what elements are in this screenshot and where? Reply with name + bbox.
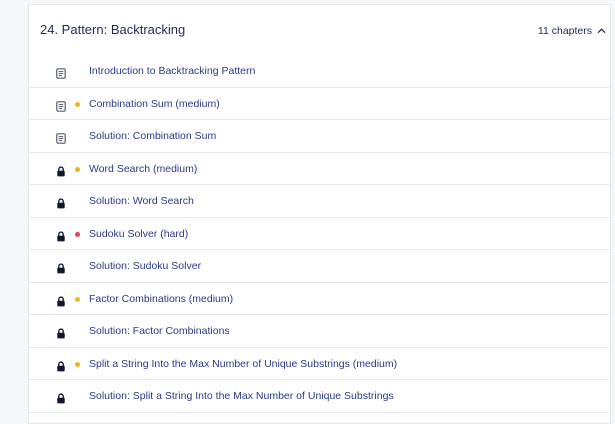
chapter-row[interactable]: Sudoku Solver (hard) <box>29 218 610 250</box>
section-header[interactable]: 24. Pattern: Backtracking 11 chapters <box>29 5 610 55</box>
section-title: 24. Pattern: Backtracking <box>40 22 186 37</box>
chapter-link[interactable]: Solution: Combination Sum <box>89 130 216 142</box>
chapter-link[interactable]: Sudoku Solver (hard) <box>89 228 188 240</box>
chapter-row[interactable]: Solution: Sudoku Solver <box>29 250 610 283</box>
chapter-row[interactable]: Split a String Into the Max Number of Un… <box>29 348 610 380</box>
chapter-list: Introduction to Backtracking Pattern Comb… <box>29 55 610 413</box>
chapter-link[interactable]: Solution: Word Search <box>89 195 194 207</box>
section-card: 24. Pattern: Backtracking 11 chapters In… <box>28 4 611 424</box>
chapter-row[interactable]: Solution: Word Search <box>29 185 610 218</box>
chapter-link[interactable]: Word Search (medium) <box>89 163 197 175</box>
chapter-row[interactable]: Introduction to Backtracking Pattern <box>29 55 610 88</box>
lock-icon <box>56 196 66 209</box>
lock-icon <box>56 229 66 241</box>
chapter-link[interactable]: Solution: Factor Combinations <box>89 325 230 337</box>
chapter-link[interactable]: Introduction to Backtracking Pattern <box>89 65 255 77</box>
chapter-link[interactable]: Solution: Sudoku Solver <box>89 260 201 272</box>
chapter-link[interactable]: Combination Sum (medium) <box>89 98 220 110</box>
document-icon <box>56 131 66 144</box>
lock-icon <box>56 326 66 339</box>
chapter-link[interactable]: Split a String Into the Max Number of Un… <box>89 358 397 370</box>
chapter-row[interactable]: Solution: Split a String Into the Max Nu… <box>29 380 610 413</box>
difficulty-medium-dot <box>75 361 80 367</box>
difficulty-medium-dot <box>75 166 80 172</box>
lock-icon <box>56 391 66 404</box>
document-icon <box>56 66 66 79</box>
chapter-count: 11 chapters <box>537 25 592 37</box>
chapter-row[interactable]: Factor Combinations (medium) <box>29 283 610 315</box>
lock-icon <box>56 261 66 274</box>
lock-icon <box>56 359 66 371</box>
difficulty-medium-dot <box>75 296 80 302</box>
chapter-row[interactable]: Word Search (medium) <box>29 153 610 185</box>
chapter-link[interactable]: Solution: Split a String Into the Max Nu… <box>89 390 394 402</box>
chapter-link[interactable]: Factor Combinations (medium) <box>89 293 233 305</box>
chapter-row[interactable]: Combination Sum (medium) <box>29 88 610 120</box>
difficulty-hard-dot <box>75 231 80 237</box>
difficulty-medium-dot <box>75 101 80 107</box>
lock-icon <box>56 164 66 176</box>
lock-icon <box>56 294 66 306</box>
chevron-up-icon[interactable] <box>597 26 606 35</box>
chapter-row[interactable]: Solution: Factor Combinations <box>29 315 610 348</box>
chapter-row[interactable]: Solution: Combination Sum <box>29 120 610 153</box>
document-icon <box>56 99 66 112</box>
